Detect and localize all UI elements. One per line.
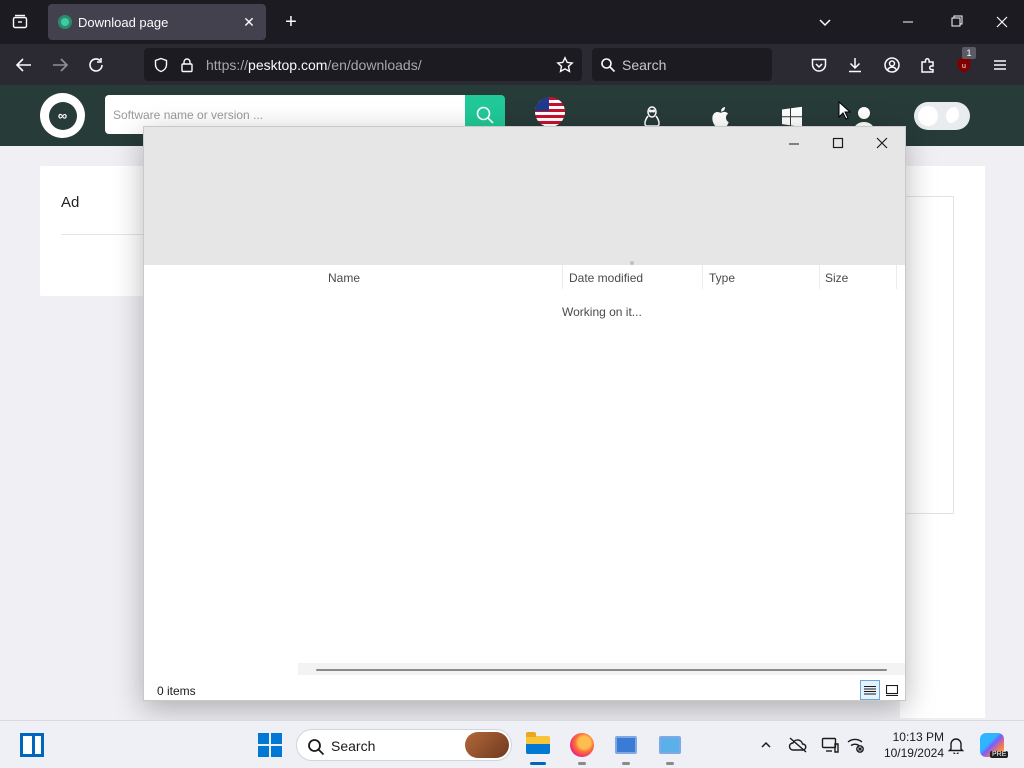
right-card: [900, 196, 954, 514]
display-icon[interactable]: [820, 735, 840, 755]
browser-search-placeholder: Search: [622, 57, 667, 73]
cloud-off-icon[interactable]: [788, 735, 808, 755]
search-icon: [305, 736, 327, 758]
loading-message: Working on it...: [562, 305, 642, 319]
shield-icon[interactable]: [150, 54, 172, 76]
new-tab-plus-icon[interactable]: +: [280, 11, 302, 33]
control-panel-taskbar-button[interactable]: [654, 729, 686, 765]
file-explorer-taskbar-button[interactable]: [522, 729, 554, 765]
url-path: /en/downloads/: [327, 57, 422, 73]
reload-icon[interactable]: [85, 54, 107, 76]
window-minimize-button[interactable]: [896, 12, 920, 32]
control-panel-icon: [659, 736, 681, 754]
folder-icon: [526, 732, 550, 754]
active-indicator: [530, 762, 546, 765]
mouse-cursor-icon: [838, 101, 852, 120]
column-header-type[interactable]: Type: [709, 265, 819, 291]
search-icon: [476, 106, 494, 124]
column-header-name[interactable]: Name: [328, 265, 562, 291]
firefox-taskbar-button[interactable]: [566, 729, 598, 765]
column-header-date-modified[interactable]: Date modified: [569, 265, 702, 291]
start-button[interactable]: [258, 733, 282, 757]
details-view-icon: [864, 686, 876, 695]
network-disconnected-icon[interactable]: [846, 735, 866, 755]
window-close-button[interactable]: [990, 12, 1014, 32]
browser-tabbar: Download page ✕ +: [0, 0, 1024, 44]
column-header-size[interactable]: Size: [825, 265, 895, 291]
tab-list-icon[interactable]: [8, 10, 32, 34]
column-label: Type: [709, 271, 736, 285]
infinity-icon: ∞: [48, 101, 77, 130]
dialog-close-button[interactable]: [860, 131, 904, 155]
running-indicator: [622, 762, 630, 765]
column-separator[interactable]: [702, 265, 703, 289]
column-separator[interactable]: [819, 265, 820, 289]
dialog-minimize-button[interactable]: [772, 131, 816, 155]
widgets-icon[interactable]: [20, 733, 44, 757]
search-icon: [597, 54, 619, 76]
browser-search-bar[interactable]: Search: [592, 48, 772, 81]
us-flag-icon[interactable]: [535, 97, 565, 127]
chevron-up-icon[interactable]: [756, 735, 776, 755]
running-indicator: [666, 762, 674, 765]
menu-icon[interactable]: [989, 54, 1011, 76]
details-view-button[interactable]: [860, 680, 880, 700]
site-favicon-icon: [58, 15, 72, 29]
taskbar-search[interactable]: Search: [296, 729, 512, 761]
dialog-toolbar-area: [144, 127, 905, 265]
clock-time: 10:13 PM: [892, 730, 944, 744]
taskbar-search-label: Search: [331, 738, 376, 754]
dialog-maximize-button[interactable]: [816, 131, 860, 155]
column-separator[interactable]: [896, 265, 897, 289]
forward-icon[interactable]: [49, 54, 71, 76]
network-app-taskbar-button[interactable]: [610, 729, 642, 765]
tab-close-icon[interactable]: ✕: [240, 13, 258, 31]
ublock-icon[interactable]: u 1: [953, 47, 976, 76]
column-separator[interactable]: [562, 265, 563, 289]
large-icons-view-button[interactable]: [882, 680, 902, 700]
large-icons-view-icon: [886, 684, 898, 696]
download-icon[interactable]: [844, 54, 866, 76]
clock-date: 10/19/2024: [883, 746, 944, 760]
taskbar: Search 10:13 PM 10/19/2024 PRE: [0, 720, 1024, 768]
chevron-down-icon[interactable]: [815, 12, 835, 32]
url-prefix: https://: [206, 57, 249, 73]
url-bar[interactable]: https://pesktop.com/en/downloads/: [144, 48, 582, 81]
moon-icon: [946, 107, 964, 125]
column-label: Date modified: [569, 271, 644, 285]
computer-icon: [615, 736, 637, 754]
toggle-knob: [918, 106, 938, 126]
column-label: Size: [825, 271, 849, 285]
notification-bell-icon[interactable]: [946, 735, 966, 755]
firefox-icon: [570, 733, 594, 757]
item-count: 0 items: [157, 684, 196, 698]
extensions-icon[interactable]: [917, 54, 939, 76]
ad-label: Ad: [61, 194, 80, 211]
browser-navbar: https://pesktop.com/en/downloads/ Search…: [0, 44, 1024, 85]
file-explorer-dialog: Name Date modified Type Size Working on …: [143, 126, 906, 701]
clock[interactable]: 10:13 PM 10/19/2024: [874, 729, 944, 761]
pocket-icon[interactable]: [808, 54, 830, 76]
star-icon[interactable]: [554, 54, 576, 76]
site-logo[interactable]: ∞: [40, 93, 85, 138]
copilot-preview-badge: PRE: [990, 751, 1009, 758]
account-icon[interactable]: [881, 54, 903, 76]
tab-title: Download page: [78, 15, 169, 30]
back-icon[interactable]: [13, 54, 35, 76]
running-indicator: [578, 762, 586, 765]
svg-text:u: u: [962, 63, 966, 70]
browser-tab[interactable]: Download page ✕: [48, 4, 266, 40]
scrollbar-thumb[interactable]: [316, 669, 887, 671]
search-highlight-image: [465, 732, 509, 758]
lock-icon[interactable]: [176, 54, 198, 76]
column-label: Name: [328, 271, 361, 285]
theme-toggle[interactable]: [914, 102, 970, 130]
extension-badge: 1: [962, 47, 976, 59]
window-restore-button[interactable]: [944, 12, 968, 32]
url-host: pesktop.com: [248, 57, 328, 73]
url-text[interactable]: https://pesktop.com/en/downloads/: [206, 57, 422, 73]
